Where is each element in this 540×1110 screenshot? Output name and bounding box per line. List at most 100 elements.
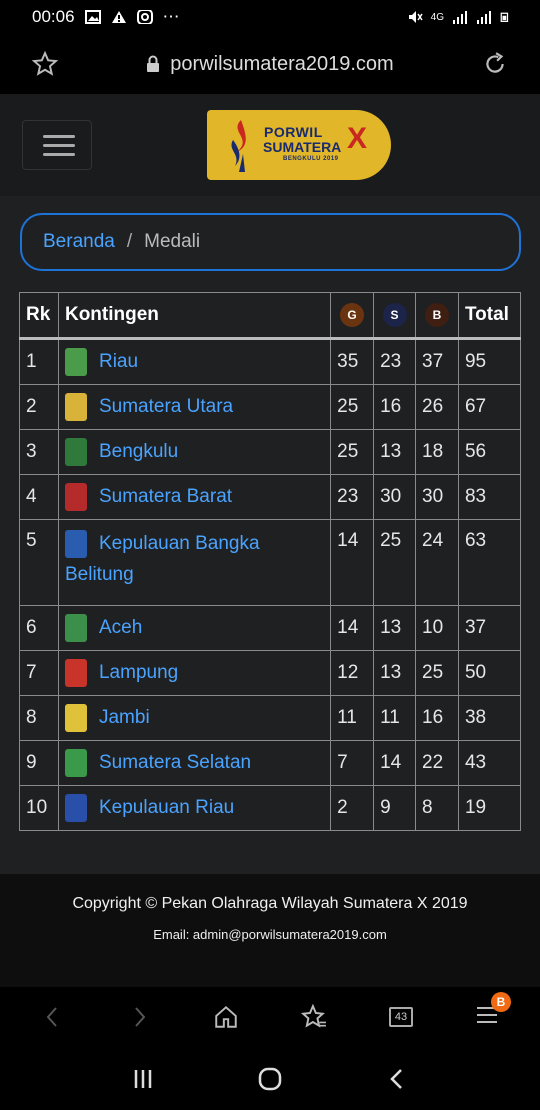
rank-cell: 7 (19, 650, 59, 696)
header-bronze: B (415, 292, 459, 340)
logo-mark: X (347, 122, 368, 155)
home-icon[interactable] (213, 1004, 239, 1030)
torch-flame-icon (231, 120, 246, 172)
address-bar: porwilsumatera2019.com (0, 34, 540, 94)
medal-table: Rk Kontingen G S B Total 1 Riau 35 23 37 95 2 S… (19, 292, 522, 831)
gold-cell: 7 (330, 740, 375, 786)
bronze-cell: 8 (415, 785, 459, 831)
table-row: 7 Lampung 12 13 25 50 (19, 650, 522, 696)
gold-cell: 12 (330, 650, 375, 696)
footer-email: Email: admin@porwilsumatera2019.com (153, 927, 387, 942)
silver-cell: 16 (373, 384, 417, 430)
silver-medal-badge: S (382, 303, 407, 327)
silver-cell: 23 (373, 338, 417, 385)
table-row: 6 Aceh 14 13 10 37 (19, 605, 522, 651)
contingent-cell: Kepulauan Riau (57, 785, 332, 831)
province-emblem-icon (64, 438, 87, 466)
bronze-medal-badge: B (425, 303, 449, 327)
mute-icon (408, 11, 423, 23)
table-row: 2 Sumatera Utara 25 16 26 67 (19, 384, 522, 430)
contingent-cell: Sumatera Selatan (57, 740, 332, 786)
contingent-cell: Sumatera Utara (57, 384, 332, 430)
contingent: Kepulauan Riau (64, 794, 324, 822)
contingent-link[interactable]: Riau (99, 351, 138, 373)
rank-cell: 8 (19, 695, 59, 741)
contingent-link-continued[interactable]: Belitung (65, 564, 324, 586)
browser-toolbar: 43 B (0, 987, 540, 1047)
home-button-icon[interactable] (257, 1066, 283, 1092)
province-emblem-icon (64, 530, 87, 558)
recent-apps-icon[interactable] (131, 1068, 155, 1090)
site-logo[interactable]: PORWIL SUMATERA BENGKULU 2019 X (207, 110, 391, 180)
gold-cell: 25 (330, 384, 375, 430)
forward-arrow-icon[interactable] (127, 1005, 151, 1029)
total-cell: 63 (457, 519, 522, 606)
bookmark-star-icon[interactable] (32, 51, 58, 77)
gold-cell: 25 (330, 429, 375, 475)
gold-medal-badge: G (340, 303, 365, 327)
silver-cell: 13 (373, 605, 417, 651)
contingent-cell: Jambi (57, 695, 332, 741)
contingent-link[interactable]: Sumatera Barat (99, 486, 232, 508)
silver-cell: 13 (373, 429, 417, 475)
header-contingent: Kontingen (57, 292, 332, 340)
hamburger-bar (43, 135, 75, 138)
rank-cell: 1 (19, 338, 59, 385)
bookmarks-icon[interactable] (301, 1004, 327, 1030)
total-cell: 38 (457, 695, 522, 741)
breadcrumb-separator: / (126, 231, 133, 252)
contingent-link[interactable]: Sumatera Utara (99, 396, 233, 418)
system-back-icon[interactable] (385, 1067, 409, 1091)
contingent: Bengkulu (64, 438, 324, 466)
contingent-cell: Lampung (57, 650, 332, 696)
gold-cell: 11 (330, 695, 375, 741)
breadcrumb-home-link[interactable]: Beranda (43, 231, 115, 253)
web-page: PORWIL SUMATERA BENGKULU 2019 X Beranda … (0, 94, 540, 987)
contingent: Sumatera Selatan (64, 749, 324, 777)
table-row: 10 Kepulauan Riau 2 9 8 19 (19, 785, 522, 831)
contingent: Sumatera Barat (64, 483, 324, 511)
total-cell: 56 (457, 429, 522, 475)
rank-cell: 4 (19, 474, 59, 520)
province-emblem-icon (64, 704, 87, 732)
total-cell: 95 (457, 338, 522, 385)
contingent-link[interactable]: Aceh (99, 617, 142, 639)
province-emblem-icon (64, 348, 87, 376)
menu-toggle-button[interactable] (22, 120, 92, 170)
contingent-link[interactable]: Lampung (99, 662, 178, 684)
bronze-cell: 18 (415, 429, 459, 475)
gold-cell: 14 (330, 519, 375, 606)
browser-menu-button[interactable]: B (475, 991, 511, 1031)
contingent-link[interactable]: Kepulauan Bangka (99, 533, 260, 555)
hamburger-bar (43, 144, 75, 147)
contingent-cell: Bengkulu (57, 429, 332, 475)
rank-cell: 3 (19, 429, 59, 475)
url-field[interactable]: porwilsumatera2019.com (58, 53, 482, 76)
rank-cell: 5 (19, 519, 59, 606)
province-emblem-icon (64, 483, 87, 511)
contingent-link[interactable]: Jambi (99, 707, 150, 729)
gold-cell: 2 (330, 785, 375, 831)
url-text: porwilsumatera2019.com (170, 52, 394, 75)
contingent: Kepulauan Bangka (64, 530, 324, 558)
back-arrow-icon[interactable] (41, 1005, 65, 1029)
header-gold: G (330, 292, 375, 340)
site-footer: Copyright © Pekan Olahraga Wilayah Sumat… (0, 874, 540, 987)
signal-2-icon (477, 11, 491, 24)
reload-icon[interactable] (482, 51, 508, 77)
tabs-button[interactable]: 43 (389, 1007, 413, 1027)
footer-copyright: Copyright © Pekan Olahraga Wilayah Sumat… (72, 895, 468, 912)
table-row: 5 Kepulauan Bangka Belitung 14 25 24 63 (19, 519, 522, 606)
breadcrumb-current: Medali (144, 231, 201, 252)
contingent-link[interactable]: Bengkulu (99, 441, 178, 463)
table-row: 8 Jambi 11 11 16 38 (19, 695, 522, 741)
contingent: Riau (64, 348, 324, 376)
contingent-link[interactable]: Sumatera Selatan (99, 752, 251, 774)
rank-cell: 2 (19, 384, 59, 430)
contingent-cell: Aceh (57, 605, 332, 651)
province-emblem-icon (64, 749, 87, 777)
contingent-link[interactable]: Kepulauan Riau (99, 797, 234, 819)
contingent-cell: Sumatera Barat (57, 474, 332, 520)
logo-line1: PORWIL (264, 124, 323, 140)
gallery-icon (84, 10, 101, 24)
